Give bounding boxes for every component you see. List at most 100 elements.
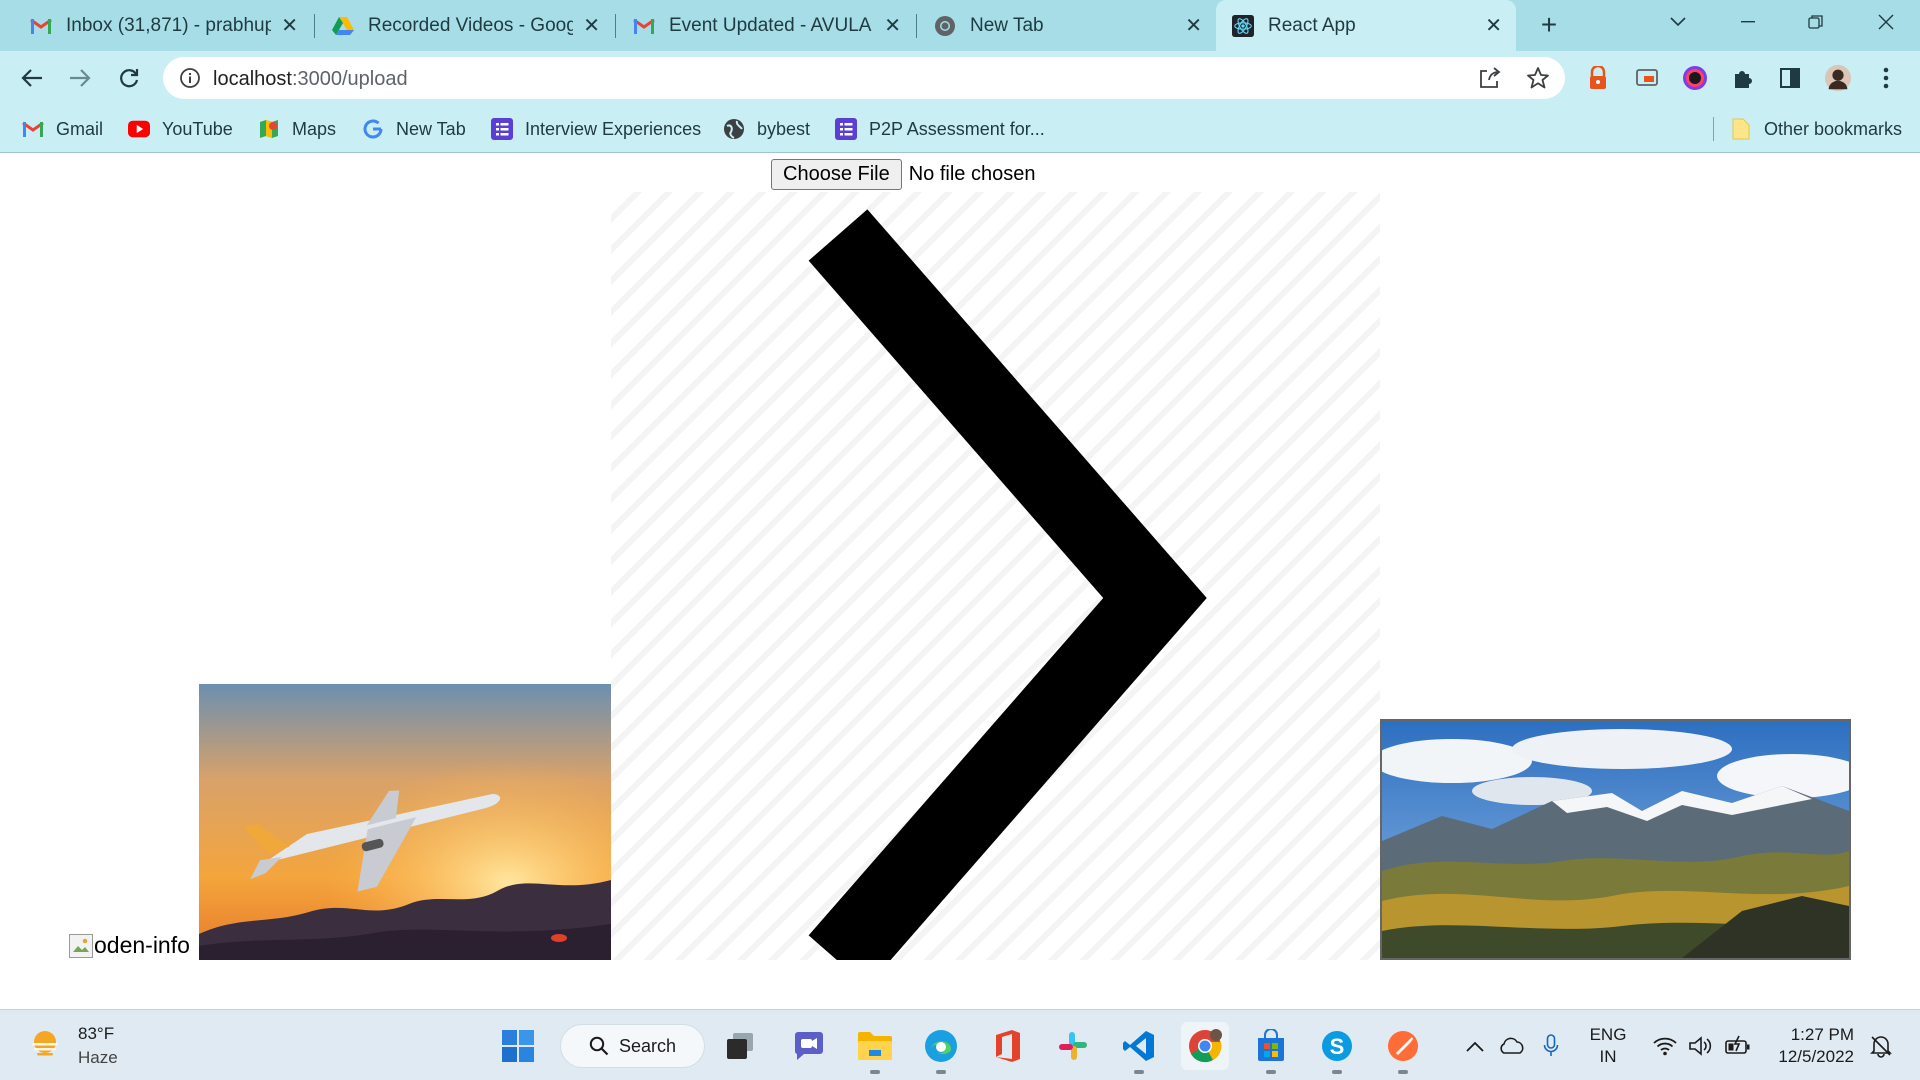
wifi-button[interactable] [1650, 1024, 1680, 1068]
bookmark-youtube[interactable]: YouTube [128, 105, 233, 153]
show-hidden-icons-button[interactable] [1460, 1024, 1490, 1068]
office-button[interactable] [983, 1022, 1031, 1070]
clock-time: 1:27 PM [1790, 1025, 1854, 1044]
volume-button[interactable] [1686, 1024, 1716, 1068]
bookmark-gmail[interactable]: Gmail [22, 105, 103, 153]
tab-react-app[interactable]: React App ✕ [1216, 0, 1516, 51]
file-input[interactable]: Choose File No file chosen [771, 159, 1035, 190]
info-icon[interactable] [179, 67, 201, 94]
tab-search-button[interactable] [1648, 0, 1708, 44]
bookmarks-bar: Gmail YouTube Maps New Tab Interview Exp… [0, 105, 1920, 153]
side-panel-icon[interactable] [1776, 64, 1804, 92]
address-bar[interactable]: localhost:3000/upload [163, 57, 1565, 99]
bookmark-interview-experiences[interactable]: Interview Experiences [491, 105, 701, 153]
broken-image: oden-info [69, 932, 190, 958]
language-indicator[interactable]: ENG IN [1586, 1024, 1630, 1068]
url-text: localhost:3000/upload [213, 68, 408, 91]
bookmark-label: Gmail [56, 118, 104, 139]
task-view-icon [727, 1033, 753, 1059]
close-icon [1878, 14, 1894, 30]
close-tab-icon[interactable]: ✕ [1185, 13, 1202, 38]
google-icon [362, 118, 384, 140]
file-status-text: No file chosen [908, 163, 1036, 185]
forward-button[interactable] [62, 60, 98, 96]
microphone-button[interactable] [1536, 1024, 1566, 1068]
puzzle-icon[interactable] [1729, 64, 1757, 92]
start-button[interactable] [494, 1022, 542, 1070]
search-label: Search [619, 1035, 677, 1056]
microsoft-store-button[interactable] [1247, 1022, 1295, 1074]
arrow-left-icon [21, 69, 42, 87]
teams-chat-button[interactable] [785, 1022, 833, 1070]
choose-file-button[interactable]: Choose File [771, 159, 902, 190]
vscode-button[interactable] [1115, 1022, 1163, 1074]
notification-bell-icon [1870, 1036, 1892, 1058]
file-explorer-button[interactable] [851, 1022, 899, 1074]
bookmark-maps[interactable]: Maps [258, 105, 336, 153]
close-tab-icon[interactable]: ✕ [281, 13, 298, 38]
slack-button[interactable] [1049, 1022, 1097, 1070]
wifi-icon [1653, 1037, 1677, 1056]
globe-icon [723, 118, 745, 140]
edge-icon [925, 1030, 957, 1062]
taskbar-search[interactable]: Search [560, 1024, 705, 1068]
system-clock[interactable]: 1:27 PM 12/5/2022 [1768, 1024, 1854, 1068]
edge-browser-button[interactable] [917, 1022, 965, 1074]
store-icon [1258, 1029, 1284, 1061]
close-tab-icon[interactable]: ✕ [884, 13, 901, 38]
tab-new-tab[interactable]: New Tab ✕ [904, 0, 1216, 51]
gmail-icon [30, 15, 52, 37]
new-tab-button[interactable]: + [1534, 8, 1564, 42]
tab-event-updated[interactable]: Event Updated - AVULA P ✕ [603, 0, 915, 51]
screen-recorder-icon[interactable] [1681, 64, 1709, 92]
react-icon [1232, 14, 1254, 37]
extension-icon[interactable] [1584, 64, 1612, 92]
tab-label: Inbox (31,871) - prabhupr [66, 14, 272, 36]
skype-icon: S [1322, 1031, 1352, 1061]
bookmark-label: Interview Experiences [525, 118, 702, 139]
bookmark-label: YouTube [162, 118, 233, 139]
notifications-button[interactable] [1864, 1024, 1898, 1068]
gmail-icon [633, 15, 655, 37]
bookmark-p2p-assessment[interactable]: P2P Assessment for... [835, 105, 1045, 153]
cast-icon[interactable] [1633, 64, 1661, 92]
bookmark-label: Maps [292, 118, 337, 139]
chevron-down-icon [1670, 17, 1686, 27]
office-icon [996, 1030, 1020, 1062]
bookmark-bybest[interactable]: bybest [723, 105, 810, 153]
broken-image-alt-text: oden-info [94, 932, 190, 958]
reload-button[interactable] [111, 60, 147, 96]
restore-button[interactable] [1786, 0, 1846, 44]
close-window-button[interactable] [1856, 0, 1916, 44]
more-menu-icon[interactable] [1872, 64, 1900, 92]
broken-image-icon [69, 934, 93, 958]
windows-taskbar: 83°F Haze Search S ENG IN 1:27 PM 12/5/2… [0, 1009, 1920, 1080]
bookmark-star-icon[interactable] [1525, 65, 1551, 91]
weather-widget[interactable]: 83°F Haze [28, 1022, 118, 1070]
profile-avatar[interactable] [1824, 64, 1852, 92]
vscode-icon [1123, 1031, 1154, 1061]
postman-button[interactable] [1379, 1022, 1427, 1074]
browser-toolbar: localhost:3000/upload [0, 51, 1920, 105]
restore-icon [1808, 15, 1823, 29]
tab-recorded-videos[interactable]: Recorded Videos - Google ✕ [302, 0, 614, 51]
close-tab-icon[interactable]: ✕ [1485, 13, 1502, 38]
tab-gmail-inbox[interactable]: Inbox (31,871) - prabhupr ✕ [0, 0, 312, 51]
share-icon[interactable] [1477, 65, 1503, 91]
other-bookmarks[interactable]: Other bookmarks [1730, 105, 1902, 153]
close-tab-icon[interactable]: ✕ [583, 13, 600, 38]
list-icon [491, 118, 513, 140]
skype-button[interactable]: S [1313, 1022, 1361, 1074]
battery-button[interactable] [1722, 1024, 1754, 1068]
back-button[interactable] [14, 60, 50, 96]
chrome-button[interactable] [1181, 1022, 1229, 1070]
url-path: :3000/upload [291, 68, 408, 90]
teams-chat-icon [794, 1032, 823, 1060]
tab-label: React App [1268, 14, 1356, 36]
search-icon [589, 1036, 609, 1056]
minimize-button[interactable] [1718, 0, 1778, 44]
onedrive-button[interactable] [1495, 1024, 1529, 1068]
chevron-right-icon[interactable] [611, 192, 1380, 960]
bookmark-new-tab[interactable]: New Tab [362, 105, 466, 153]
task-view-button[interactable] [716, 1022, 764, 1070]
